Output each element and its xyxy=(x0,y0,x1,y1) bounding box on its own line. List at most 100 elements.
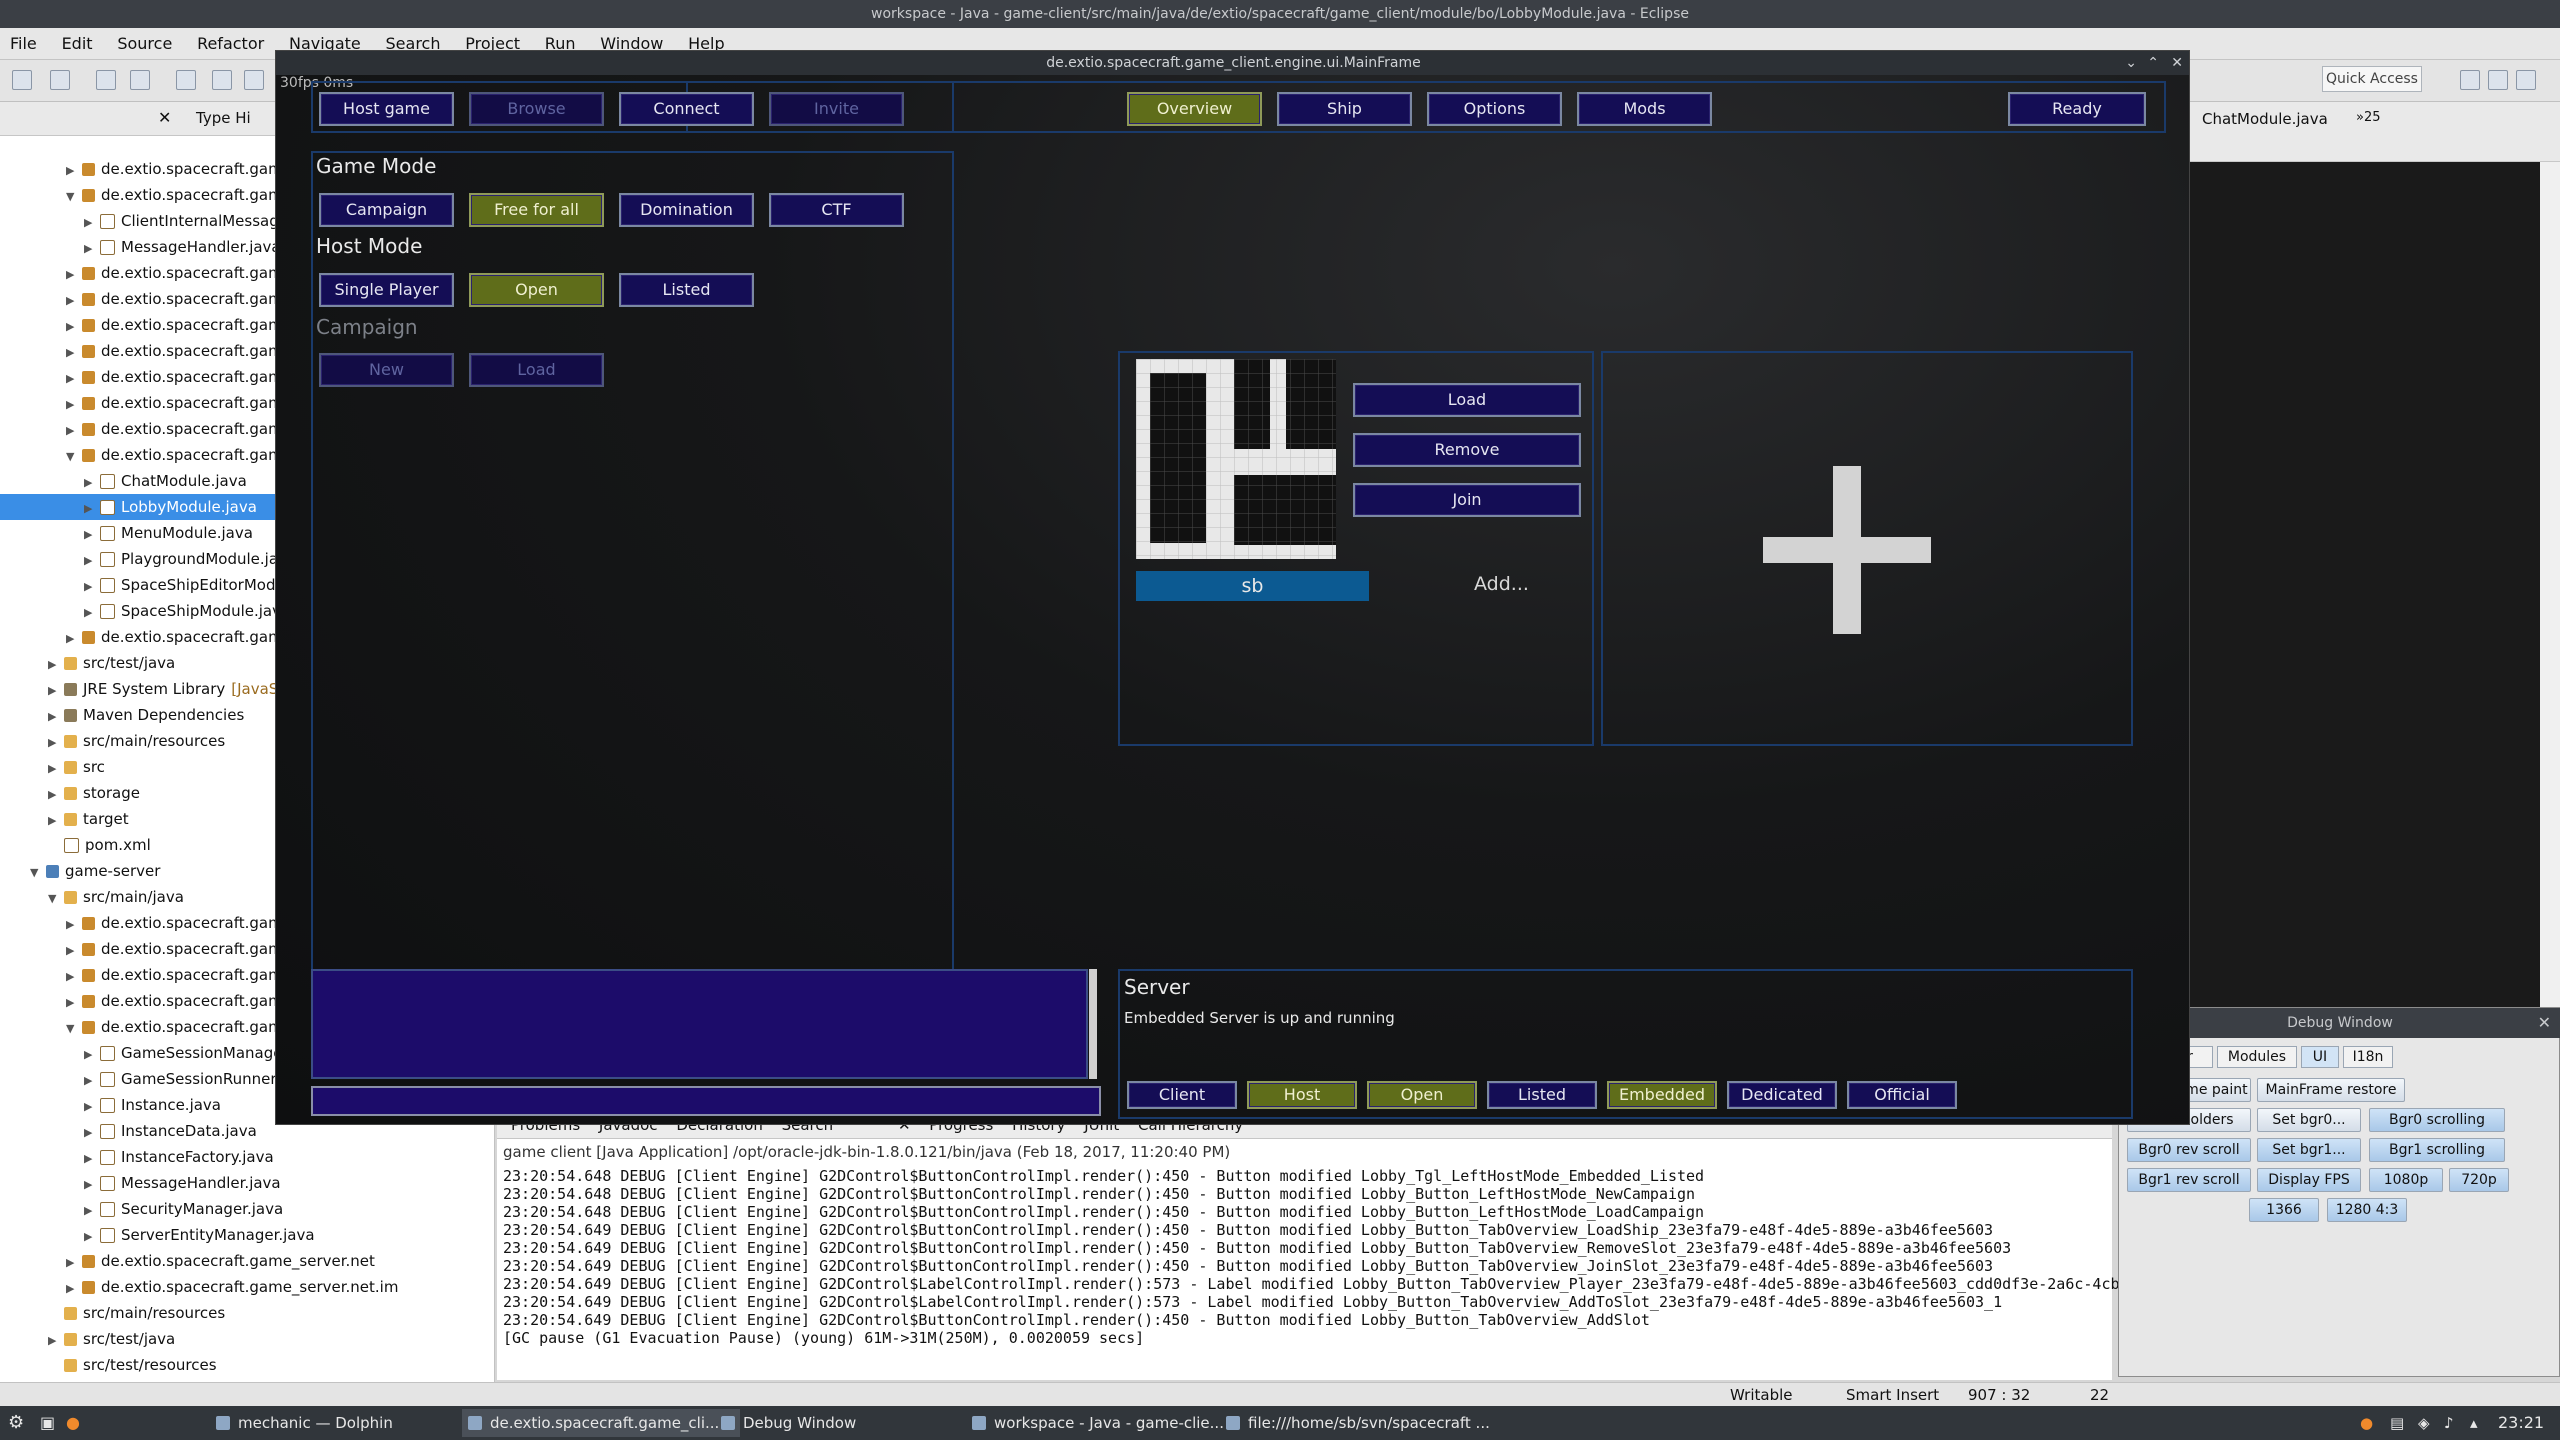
collapsed-arrow-icon[interactable]: ▶ xyxy=(84,1172,100,1198)
debug-button[interactable]: 720p xyxy=(2449,1168,2509,1192)
debug-button[interactable]: 1280 4:3 xyxy=(2327,1198,2407,1222)
editor-tab-chatmodule[interactable]: ChatModule.java xyxy=(2202,110,2328,128)
ship-tab[interactable]: Ship xyxy=(1277,92,1412,126)
tray-icon[interactable]: ● xyxy=(2360,1406,2373,1440)
new-icon[interactable] xyxy=(12,70,32,90)
task-debug-window[interactable]: Debug Window xyxy=(715,1409,983,1437)
collapsed-arrow-icon[interactable]: ▶ xyxy=(84,522,100,548)
remove-slot-button[interactable]: Remove xyxy=(1353,433,1581,467)
server-embedded-button[interactable]: Embedded xyxy=(1607,1081,1717,1109)
task-game-client[interactable]: de.extio.spacecraft.game_cli... xyxy=(462,1409,740,1437)
menu-refactor[interactable]: Refactor xyxy=(187,28,274,60)
collapsed-arrow-icon[interactable]: ▶ xyxy=(48,730,64,756)
collapsed-arrow-icon[interactable]: ▶ xyxy=(48,782,64,808)
debug-perspective-icon[interactable] xyxy=(2516,70,2536,90)
collapsed-arrow-icon[interactable]: ▶ xyxy=(66,288,82,314)
connect-tab[interactable]: Connect xyxy=(619,92,754,126)
debug-button[interactable]: Bgr1 rev scroll xyxy=(2127,1168,2251,1192)
collapsed-arrow-icon[interactable]: ▶ xyxy=(84,1094,100,1120)
debug-button[interactable]: 1080p xyxy=(2369,1168,2443,1192)
server-dedicated-button[interactable]: Dedicated xyxy=(1727,1081,1837,1109)
debug-button[interactable]: Bgr1 scrolling xyxy=(2369,1138,2505,1162)
save-icon[interactable] xyxy=(50,70,70,90)
overview-tab[interactable]: Overview xyxy=(1127,92,1262,126)
collapsed-arrow-icon[interactable]: ▶ xyxy=(84,236,100,262)
files-icon[interactable]: ▣ xyxy=(40,1406,55,1440)
collapsed-arrow-icon[interactable]: ▶ xyxy=(66,340,82,366)
collapsed-arrow-icon[interactable]: ▶ xyxy=(84,1224,100,1250)
server-open-button[interactable]: Open xyxy=(1367,1081,1477,1109)
debug-button[interactable]: MainFrame restore xyxy=(2257,1078,2405,1102)
collapsed-arrow-icon[interactable]: ▶ xyxy=(84,1042,100,1068)
collapsed-arrow-icon[interactable]: ▶ xyxy=(84,1068,100,1094)
collapsed-arrow-icon[interactable]: ▶ xyxy=(66,418,82,444)
server-host-button[interactable]: Host xyxy=(1247,1081,1357,1109)
collapsed-arrow-icon[interactable]: ▶ xyxy=(48,678,64,704)
collapsed-arrow-icon[interactable]: ▶ xyxy=(66,1276,82,1302)
browse-tab[interactable]: Browse xyxy=(469,92,604,126)
collapsed-arrow-icon[interactable]: ▶ xyxy=(66,990,82,1016)
menu-file[interactable]: File xyxy=(0,28,47,60)
tree-item[interactable]: ▶ de.extio.spacecraft.game_server.net.im xyxy=(0,1274,495,1300)
chevron-up-icon[interactable]: ▴ xyxy=(2470,1406,2478,1440)
close-icon[interactable]: ✕ xyxy=(158,108,171,127)
campaign-new-button[interactable]: New xyxy=(319,353,454,387)
debug-button[interactable]: Display FPS xyxy=(2257,1168,2361,1192)
app-launcher-icon[interactable]: ⚙ xyxy=(8,1406,24,1440)
debug-tab-modules[interactable]: Modules xyxy=(2217,1046,2297,1068)
collapsed-arrow-icon[interactable]: ▶ xyxy=(84,548,100,574)
run-icon[interactable] xyxy=(212,70,232,90)
campaign-load-button[interactable]: Load xyxy=(469,353,604,387)
debug-tab-ui[interactable]: UI xyxy=(2301,1046,2339,1068)
menu-edit[interactable]: Edit xyxy=(52,28,103,60)
help-icon[interactable] xyxy=(244,70,264,90)
mods-tab[interactable]: Mods xyxy=(1577,92,1712,126)
plus-icon-horizontal[interactable] xyxy=(1763,537,1931,563)
collapsed-arrow-icon[interactable]: ▶ xyxy=(48,652,64,678)
collapsed-arrow-icon[interactable]: ▶ xyxy=(66,366,82,392)
game-mode-campaign[interactable]: Campaign xyxy=(319,193,454,227)
chat-log[interactable] xyxy=(311,969,1088,1079)
collapsed-arrow-icon[interactable]: ▶ xyxy=(84,1120,100,1146)
tree-item[interactable]: ▶ src/test/java xyxy=(0,1326,495,1352)
debug-button[interactable]: Set bgr1... xyxy=(2257,1138,2361,1162)
collapsed-arrow-icon[interactable]: ▶ xyxy=(48,1328,64,1354)
tree-item[interactable]: src/test/resources xyxy=(0,1352,495,1378)
collapsed-arrow-icon[interactable]: ▶ xyxy=(66,626,82,652)
tree-item[interactable]: ▶ MessageHandler.java xyxy=(0,1170,495,1196)
game-mode-domination[interactable]: Domination xyxy=(619,193,754,227)
expanded-arrow-icon[interactable]: ▼ xyxy=(66,444,82,470)
chevron-down-icon[interactable]: ⌄ xyxy=(2125,51,2137,75)
network-icon[interactable]: ◈ xyxy=(2418,1406,2430,1440)
load-ship-button[interactable]: Load xyxy=(1353,383,1581,417)
debug-button[interactable]: Bgr0 rev scroll xyxy=(2127,1138,2251,1162)
collapsed-arrow-icon[interactable]: ▶ xyxy=(66,158,82,184)
task-file-browser[interactable]: file:///home/sb/svn/spacecraft ... xyxy=(1220,1409,1498,1437)
maximize-icon[interactable]: ⌃ xyxy=(2147,51,2159,75)
collapsed-arrow-icon[interactable]: ▶ xyxy=(84,496,100,522)
close-icon[interactable]: ✕ xyxy=(2171,51,2183,75)
collapsed-arrow-icon[interactable]: ▶ xyxy=(66,938,82,964)
tree-item[interactable]: ▶ ServerEntityManager.java xyxy=(0,1222,495,1248)
clipboard-icon[interactable]: ▤ xyxy=(2390,1406,2404,1440)
volume-icon[interactable]: ♪ xyxy=(2444,1406,2454,1440)
chat-scrollbar[interactable] xyxy=(1089,969,1097,1079)
server-official-button[interactable]: Official xyxy=(1847,1081,1957,1109)
more-tabs[interactable]: »25 xyxy=(2356,110,2381,125)
join-slot-button[interactable]: Join xyxy=(1353,483,1581,517)
expanded-arrow-icon[interactable]: ▼ xyxy=(66,184,82,210)
perspective-icon[interactable] xyxy=(2460,70,2480,90)
add-to-slot-label[interactable]: Add... xyxy=(1474,573,1529,595)
collapsed-arrow-icon[interactable]: ▶ xyxy=(66,964,82,990)
collapsed-arrow-icon[interactable]: ▶ xyxy=(48,756,64,782)
java-perspective-icon[interactable] xyxy=(2488,70,2508,90)
collapsed-arrow-icon[interactable]: ▶ xyxy=(66,262,82,288)
debug-button[interactable]: Bgr0 scrolling xyxy=(2369,1108,2505,1132)
collapsed-arrow-icon[interactable]: ▶ xyxy=(48,704,64,730)
collapsed-arrow-icon[interactable]: ▶ xyxy=(66,912,82,938)
collapsed-arrow-icon[interactable]: ▶ xyxy=(84,210,100,236)
collapsed-arrow-icon[interactable]: ▶ xyxy=(66,1250,82,1276)
game-mode-free-for-all[interactable]: Free for all xyxy=(469,193,604,227)
tree-item[interactable]: ▶ InstanceFactory.java xyxy=(0,1144,495,1170)
task-eclipse[interactable]: workspace - Java - game-clie... xyxy=(966,1409,1244,1437)
